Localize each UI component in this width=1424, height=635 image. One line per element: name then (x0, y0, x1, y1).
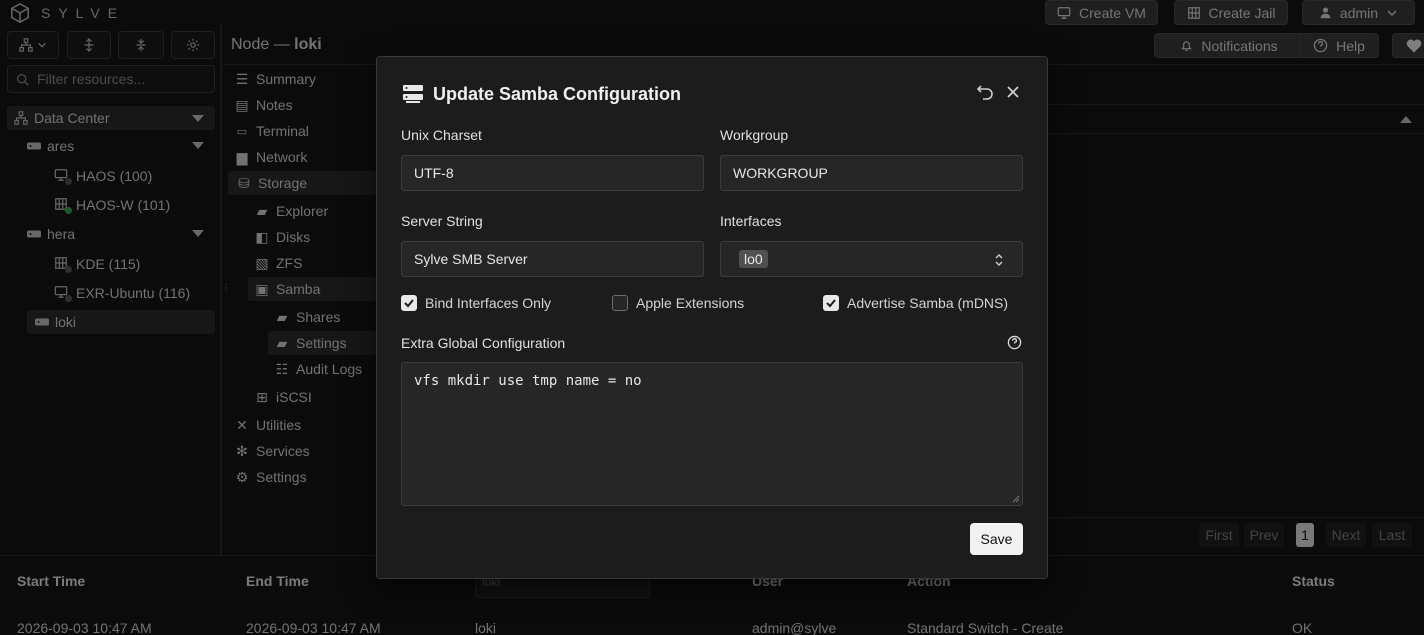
checkbox-checked (823, 295, 839, 311)
checkbox-label: Apple Extensions (636, 295, 745, 311)
checkbox-label: Advertise Samba (mDNS) (847, 295, 1009, 311)
save-button[interactable]: Save (970, 523, 1023, 555)
extra-config-value: vfs mkdir use tmp name = no (414, 373, 642, 389)
samba-config-dialog: Update Samba Configuration Unix Charset … (376, 56, 1048, 579)
undo-icon (976, 85, 993, 100)
extra-config-label: Extra Global Configuration (401, 335, 566, 351)
check-icon (404, 299, 414, 308)
unix-charset-value: UTF-8 (414, 165, 454, 181)
server-string-value: Sylve SMB Server (414, 251, 528, 267)
advertise-samba-checkbox[interactable]: Advertise Samba (mDNS) (823, 295, 1008, 311)
workgroup-value: WORKGROUP (733, 165, 828, 181)
server-string-input[interactable]: Sylve SMB Server (401, 241, 704, 277)
bind-interfaces-checkbox[interactable]: Bind Interfaces Only (401, 295, 551, 311)
unix-charset-input[interactable]: UTF-8 (401, 155, 704, 191)
unix-charset-label: Unix Charset (401, 127, 482, 143)
interfaces-label: Interfaces (720, 213, 782, 229)
close-button[interactable] (1004, 83, 1022, 101)
help-circle-icon (1007, 335, 1022, 350)
checkbox-checked (401, 295, 417, 311)
interface-chip[interactable]: lo0 (739, 250, 768, 268)
workgroup-input[interactable]: WORKGROUP (720, 155, 1023, 191)
close-icon (1007, 86, 1019, 98)
resize-grip-icon[interactable] (1012, 495, 1020, 503)
check-icon (826, 299, 836, 308)
extra-config-textarea[interactable]: vfs mkdir use tmp name = no (401, 362, 1023, 506)
interfaces-select[interactable]: lo0 (720, 241, 1023, 277)
extra-config-help[interactable] (1007, 335, 1022, 350)
chevrons-up-down-icon (995, 254, 1003, 266)
server-icon (402, 83, 424, 105)
reset-button[interactable] (976, 83, 994, 101)
workgroup-label: Workgroup (720, 127, 789, 143)
dialog-title: Update Samba Configuration (433, 84, 682, 104)
apple-extensions-checkbox[interactable]: Apple Extensions (612, 295, 744, 311)
checkbox-label: Bind Interfaces Only (425, 295, 552, 311)
save-label: Save (980, 531, 1013, 547)
checkbox-unchecked (612, 295, 628, 311)
server-string-label: Server String (401, 213, 483, 229)
